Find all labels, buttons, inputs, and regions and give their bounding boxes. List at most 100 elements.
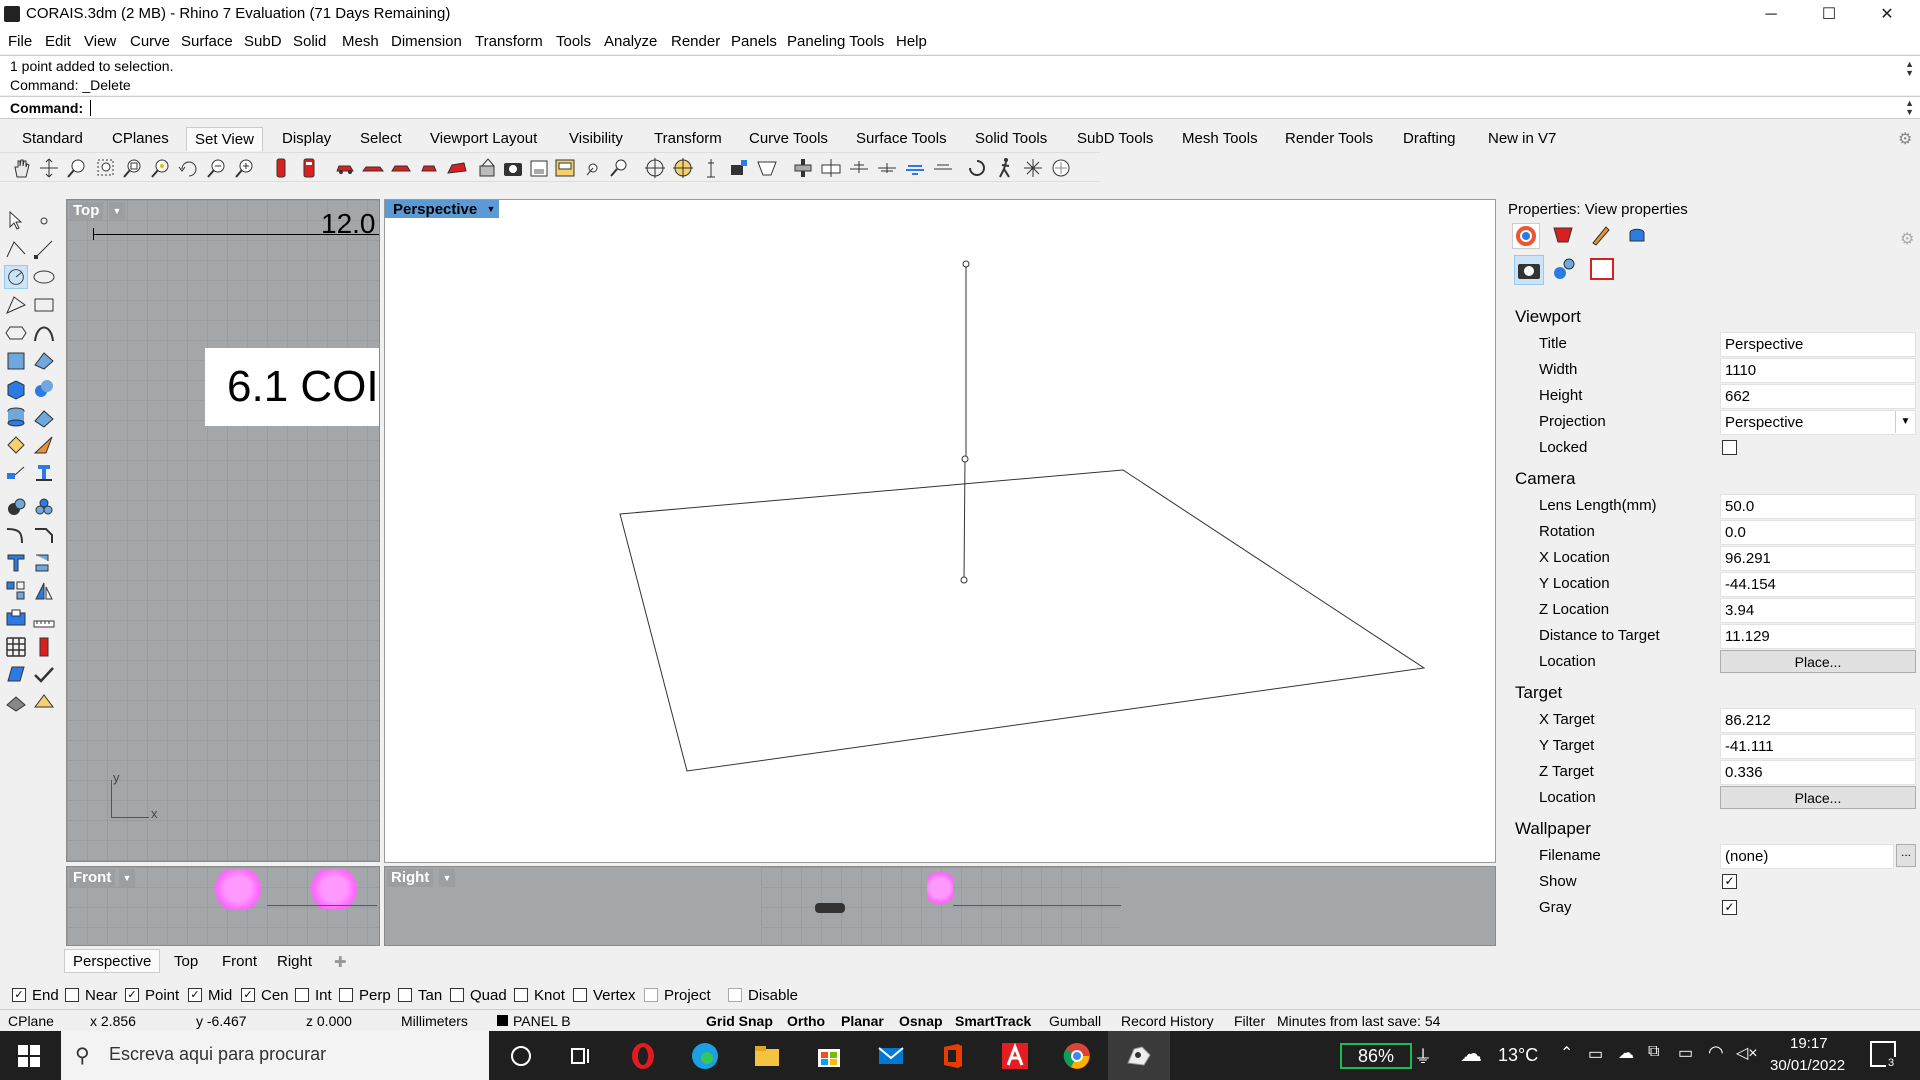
right-viewport[interactable]: Right ▼ xyxy=(384,866,1496,946)
menu-panels[interactable]: Panels xyxy=(731,33,777,50)
tab-standard[interactable]: Standard xyxy=(22,130,83,147)
named-views-tab-icon[interactable] xyxy=(1550,255,1580,285)
osnap-end-checkbox[interactable]: ✓ xyxy=(12,988,26,1002)
surface-icon[interactable] xyxy=(4,349,28,373)
viewport-title-front[interactable]: Front xyxy=(69,869,116,887)
minimize-button[interactable]: ─ xyxy=(1742,0,1800,29)
perspective-viewport[interactable]: Perspective ▼ xyxy=(384,199,1496,863)
status-units[interactable]: Millimeters xyxy=(401,1013,468,1029)
menu-surface[interactable]: Surface xyxy=(181,33,233,50)
planar-toggle[interactable]: Planar xyxy=(841,1013,884,1029)
surface-edit-icon[interactable] xyxy=(32,349,56,373)
fly-view-icon[interactable] xyxy=(876,157,898,179)
polyline-icon[interactable] xyxy=(4,237,28,261)
target-icon[interactable] xyxy=(582,157,604,179)
extrude-icon[interactable] xyxy=(4,551,28,575)
office-icon[interactable] xyxy=(938,1041,968,1071)
menu-edit[interactable]: Edit xyxy=(45,33,71,50)
vp-tab-top[interactable]: Top xyxy=(174,953,198,970)
osnap-toggle[interactable]: Osnap xyxy=(899,1013,943,1029)
tab-mesh-tools[interactable]: Mesh Tools xyxy=(1182,130,1258,147)
task-view-icon[interactable] xyxy=(566,1041,596,1071)
car-right-icon[interactable] xyxy=(418,157,440,179)
grid-icon[interactable] xyxy=(4,635,28,659)
chevron-down-icon[interactable]: ▼ xyxy=(439,869,455,887)
rotation-field[interactable]: 0.0 xyxy=(1720,520,1916,545)
arc-icon[interactable] xyxy=(4,293,28,317)
save-view-icon[interactable] xyxy=(528,157,550,179)
render-view-icon[interactable] xyxy=(728,157,750,179)
menu-tools[interactable]: Tools xyxy=(556,33,591,50)
view-camera-tab-icon[interactable] xyxy=(1514,255,1544,285)
zoom-extents-icon[interactable] xyxy=(122,157,144,179)
zoom-in-icon[interactable] xyxy=(234,157,256,179)
four-view-icon[interactable] xyxy=(792,157,814,179)
mail-icon[interactable] xyxy=(876,1041,906,1071)
viewport-title-right[interactable]: Right xyxy=(387,869,434,887)
menu-file[interactable]: File xyxy=(8,33,32,50)
y-target-field[interactable]: -41.111 xyxy=(1720,734,1916,759)
sphere-icon[interactable] xyxy=(32,377,56,401)
add-viewport-tab-icon[interactable]: ✚ xyxy=(334,953,347,971)
car-left-icon[interactable] xyxy=(390,157,412,179)
curve-icon[interactable] xyxy=(32,321,56,345)
maximize-button[interactable]: ☐ xyxy=(1800,0,1858,29)
point-icon[interactable] xyxy=(32,209,56,233)
dimension-icon[interactable] xyxy=(4,461,28,485)
tab-select[interactable]: Select xyxy=(360,130,402,147)
edge-icon[interactable] xyxy=(690,1041,720,1071)
ruler-icon[interactable] xyxy=(32,607,56,631)
clock-date[interactable]: 30/01/2022 xyxy=(1770,1057,1845,1074)
opera-icon[interactable] xyxy=(628,1041,658,1071)
gray-checkbox[interactable]: ✓ xyxy=(1722,900,1737,915)
text-icon[interactable] xyxy=(32,461,56,485)
battery-icon[interactable]: ▭ xyxy=(1678,1043,1693,1063)
weather-cloud-icon[interactable]: ☁ xyxy=(1460,1041,1482,1067)
group-icon[interactable] xyxy=(4,607,28,631)
compass-icon[interactable] xyxy=(1050,157,1072,179)
osnap-quad-checkbox[interactable] xyxy=(450,988,464,1002)
display-icon[interactable]: ⧉ xyxy=(1648,1043,1659,1061)
cloud-warning-icon[interactable]: ☁ xyxy=(1618,1043,1634,1063)
osnap-vertex-checkbox[interactable] xyxy=(573,988,587,1002)
ellipse-icon[interactable] xyxy=(32,265,56,289)
osnap-knot-checkbox[interactable] xyxy=(514,988,528,1002)
analyze-icon[interactable] xyxy=(4,663,28,687)
y-location-field[interactable]: -44.154 xyxy=(1720,572,1916,597)
top-viewport[interactable]: Top ▼ 12.0 6.1 COI y x xyxy=(66,199,380,862)
history-scroll-arrows[interactable]: ▲ ▼ xyxy=(1905,60,1914,78)
wifi-icon[interactable]: ◠ xyxy=(1708,1042,1724,1063)
zoom-window-icon[interactable] xyxy=(94,157,116,179)
line-icon[interactable] xyxy=(32,237,56,261)
osnap-cen-checkbox[interactable]: ✓ xyxy=(241,988,255,1002)
polygon-icon[interactable] xyxy=(4,321,28,345)
chamfer-icon[interactable] xyxy=(32,523,56,547)
chevron-down-icon[interactable]: ▼ xyxy=(119,869,135,887)
file-explorer-icon[interactable] xyxy=(752,1041,782,1071)
chevron-down-icon[interactable]: ▼ xyxy=(1895,411,1915,433)
status-layer[interactable]: PANEL B xyxy=(513,1013,571,1029)
tab-viewport-layout[interactable]: Viewport Layout xyxy=(430,130,537,147)
car-front-icon[interactable] xyxy=(362,157,384,179)
osnap-near-checkbox[interactable] xyxy=(65,988,79,1002)
vp-tab-front[interactable]: Front xyxy=(222,953,257,970)
browse-button[interactable]: ... xyxy=(1896,844,1916,867)
chevron-down-icon[interactable]: ▼ xyxy=(109,202,125,220)
osnap-disable-checkbox[interactable] xyxy=(728,988,742,1002)
notification-bell-icon[interactable] xyxy=(1624,223,1650,249)
sun-icon[interactable] xyxy=(1022,157,1044,179)
menu-subd[interactable]: SubD xyxy=(244,33,282,50)
menu-render[interactable]: Render xyxy=(671,33,720,50)
lens-length-field[interactable]: 50.0 xyxy=(1720,494,1916,519)
tab-display[interactable]: Display xyxy=(282,130,331,147)
walkabout-icon[interactable] xyxy=(994,157,1016,179)
cortana-icon[interactable] xyxy=(506,1041,536,1071)
viewport-height-field[interactable]: 662 xyxy=(1720,384,1916,409)
osnap-mid-checkbox[interactable]: ✓ xyxy=(188,988,202,1002)
osnap-perp-checkbox[interactable] xyxy=(339,988,353,1002)
undo-view-change-icon[interactable] xyxy=(966,157,988,179)
viewport-width-field[interactable]: 1110 xyxy=(1720,358,1916,383)
mirror-icon[interactable] xyxy=(32,579,56,603)
windows-start-icon[interactable] xyxy=(18,1045,40,1067)
volume-mute-icon[interactable]: ◁× xyxy=(1736,1043,1758,1063)
